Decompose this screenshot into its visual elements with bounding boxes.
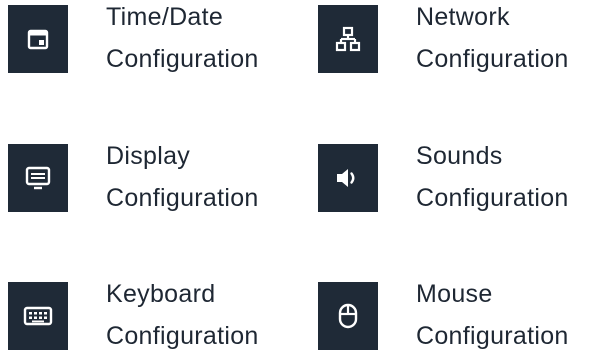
time-date-title: Time/Date [106, 3, 224, 31]
network-title: Network [416, 3, 510, 31]
display-title: Display [106, 142, 191, 170]
keyboard-subtitle: Configuration [106, 322, 259, 350]
network-tile[interactable] [318, 5, 378, 73]
network-icon [335, 26, 361, 52]
display-icon [25, 166, 51, 190]
keyboard-label: Keyboard Configuration [106, 273, 259, 357]
sounds-tile[interactable] [318, 144, 378, 212]
keyboard-icon [23, 306, 53, 326]
network-subtitle: Configuration [416, 45, 569, 73]
network-label: Network Configuration [416, 0, 569, 80]
speaker-icon [337, 169, 355, 187]
mouse-subtitle: Configuration [416, 322, 569, 350]
sounds-title: Sounds [416, 142, 503, 170]
sounds-subtitle: Configuration [416, 184, 569, 212]
time-date-tile[interactable] [8, 5, 68, 73]
mouse-icon [338, 303, 358, 329]
display-tile[interactable] [8, 144, 68, 212]
display-subtitle: Configuration [106, 184, 259, 212]
sounds-label: Sounds Configuration [416, 135, 569, 219]
mouse-tile[interactable] [318, 282, 378, 350]
time-date-label: Time/Date Configuration [106, 0, 259, 80]
time-date-subtitle: Configuration [106, 45, 259, 73]
display-label: Display Configuration [106, 135, 259, 219]
mouse-title: Mouse [416, 280, 493, 308]
calendar-icon [27, 29, 49, 50]
keyboard-title: Keyboard [106, 280, 216, 308]
keyboard-tile[interactable] [8, 282, 68, 350]
mouse-label: Mouse Configuration [416, 273, 569, 357]
